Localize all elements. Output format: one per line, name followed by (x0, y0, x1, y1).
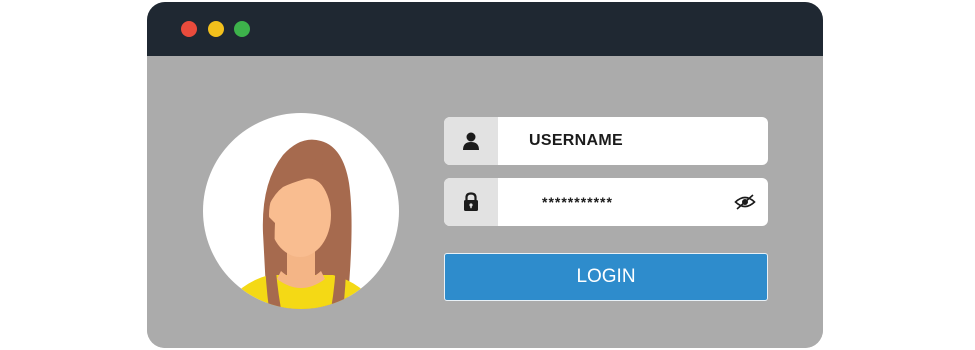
login-button[interactable]: LOGIN (444, 253, 768, 301)
login-panel: USERNAME *********** LOGIN (147, 56, 823, 348)
avatar (203, 113, 399, 309)
title-bar (147, 2, 823, 56)
close-button[interactable] (181, 21, 197, 37)
username-icon-cell (444, 117, 498, 165)
password-input[interactable]: *********** (542, 178, 613, 226)
username-input[interactable]: USERNAME (529, 117, 623, 165)
password-field[interactable]: *********** (444, 178, 768, 226)
user-icon (463, 132, 479, 150)
password-icon-cell (444, 178, 498, 226)
username-field[interactable]: USERNAME (444, 117, 768, 165)
eye-icon[interactable] (734, 193, 756, 211)
lock-icon (464, 192, 478, 211)
minimize-button[interactable] (208, 21, 224, 37)
browser-window: USERNAME *********** LOGIN (147, 2, 823, 348)
maximize-button[interactable] (234, 21, 250, 37)
woman-avatar-icon (223, 139, 379, 309)
